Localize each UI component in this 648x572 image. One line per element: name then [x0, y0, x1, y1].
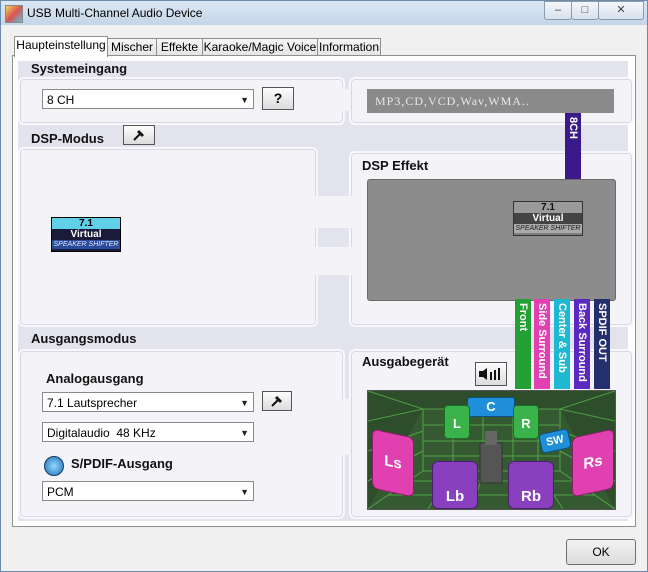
card-connector [341, 89, 351, 111]
maximize-button[interactable]: □ [571, 1, 599, 20]
spdif-label: S/PDIF-Ausgang [71, 456, 173, 471]
tab-information[interactable]: Information [317, 38, 381, 56]
minimize-button[interactable]: – [544, 1, 572, 20]
systemeingang-select[interactable]: 8 CH ▼ [42, 89, 254, 109]
ok-button[interactable]: OK [566, 539, 636, 565]
speaker-back-right[interactable]: Rb [508, 461, 554, 509]
spdif-value: PCM [47, 485, 74, 499]
analogausgang-label: Analogausgang [46, 371, 144, 386]
chevron-down-icon: ▼ [240, 428, 249, 438]
dsp-modus-label: DSP-Modus [31, 131, 104, 146]
back-surround-bar: Back Surround [574, 299, 590, 389]
dialog-window: USB Multi-Channel Audio Device – □ ✕ Hau… [0, 0, 648, 572]
back-surround-label: Back Surround [576, 303, 588, 382]
speaker-side-right[interactable]: Rs [572, 428, 614, 498]
card-connector [341, 399, 351, 455]
formats-display: MP3,CD,VCD,Wav,WMA.. [367, 89, 614, 113]
tab-karaoke-magic-voice[interactable]: Karaoke/Magic Voice [202, 38, 318, 56]
spdif-toggle-icon[interactable] [44, 456, 64, 476]
dsp-settings-button[interactable] [123, 125, 155, 145]
speaker-center[interactable]: C [467, 397, 515, 417]
front-label: Front [517, 303, 529, 332]
window-title: USB Multi-Channel Audio Device [27, 6, 203, 20]
ausgangsmodus-label: Ausgangsmodus [31, 331, 137, 346]
speaker-config-value: 7.1 Lautsprecher [47, 396, 138, 410]
chevron-down-icon: ▼ [240, 487, 249, 497]
close-button[interactable]: ✕ [598, 1, 644, 20]
dsp-effekt-display [367, 179, 616, 301]
tab-haupteinstellung[interactable]: Haupteinstellung [14, 36, 108, 57]
speaker-back-left[interactable]: Lb [432, 461, 478, 509]
systemeingang-label: Systemeingang [31, 61, 128, 76]
virtual-speaker-shifter-logo[interactable]: 7.1 Virtual SPEAKER SHIFTER [51, 217, 121, 252]
speaker-side-left[interactable]: Ls [372, 428, 414, 498]
dsp-effect-badge: 7.1 Virtual SPEAKER SHIFTER [513, 201, 583, 236]
speaker-front-right[interactable]: R [513, 405, 539, 439]
dsp-effekt-label: DSP Effekt [362, 158, 429, 173]
side-surround-bar: Side Surround [534, 299, 550, 389]
title-bar: USB Multi-Channel Audio Device – □ ✕ [1, 1, 647, 25]
ausgabegeraet-label: Ausgabegerät [362, 354, 449, 369]
badge-line3: SPEAKER SHIFTER [514, 224, 582, 233]
chevron-down-icon: ▼ [240, 398, 249, 408]
8ch-label: 8CH [567, 117, 579, 140]
badge-line2: Virtual [70, 229, 102, 240]
hammer-icon [133, 130, 144, 141]
badge-line1: 7.1 [52, 218, 120, 229]
front-bar: Front [515, 299, 531, 389]
app-icon [5, 5, 23, 23]
analog-settings-button[interactable] [262, 391, 292, 411]
side-surround-label: Side Surround [536, 303, 548, 379]
badge-line3: SPEAKER SHIFTER [52, 240, 120, 249]
spdif-out-bar: SPDIF OUT [594, 299, 610, 389]
tab-effekte[interactable]: Effekte [156, 38, 203, 56]
digital-audio-select[interactable]: Digitalaudio 48 KHz ▼ [42, 422, 254, 442]
help-button[interactable]: ? [262, 87, 294, 110]
digital-audio-value: Digitalaudio 48 KHz [47, 426, 156, 440]
card-connector [314, 196, 352, 228]
speaker-front-left[interactable]: L [444, 405, 470, 439]
tab-mischer[interactable]: Mischer [107, 38, 157, 56]
systemeingang-value: 8 CH [47, 93, 75, 107]
spdif-select[interactable]: PCM ▼ [42, 481, 254, 501]
card-connector [314, 247, 352, 275]
speaker-test-button[interactable] [475, 362, 507, 386]
speaker-config-select[interactable]: 7.1 Lautsprecher ▼ [42, 392, 254, 412]
center-sub-bar: Center & Sub [554, 299, 570, 389]
spdif-out-label: SPDIF OUT [596, 303, 608, 362]
hammer-icon [271, 396, 282, 407]
chevron-down-icon: ▼ [240, 95, 249, 105]
badge-line2: Virtual [514, 213, 582, 224]
speaker-room-diagram: C L R SW Ls Rs Lb Rb [367, 390, 616, 510]
8ch-bar: 8CH [565, 113, 581, 179]
badge-line1: 7.1 [514, 202, 582, 213]
center-sub-label: Center & Sub [556, 303, 568, 373]
volume-bars-icon [479, 368, 500, 380]
